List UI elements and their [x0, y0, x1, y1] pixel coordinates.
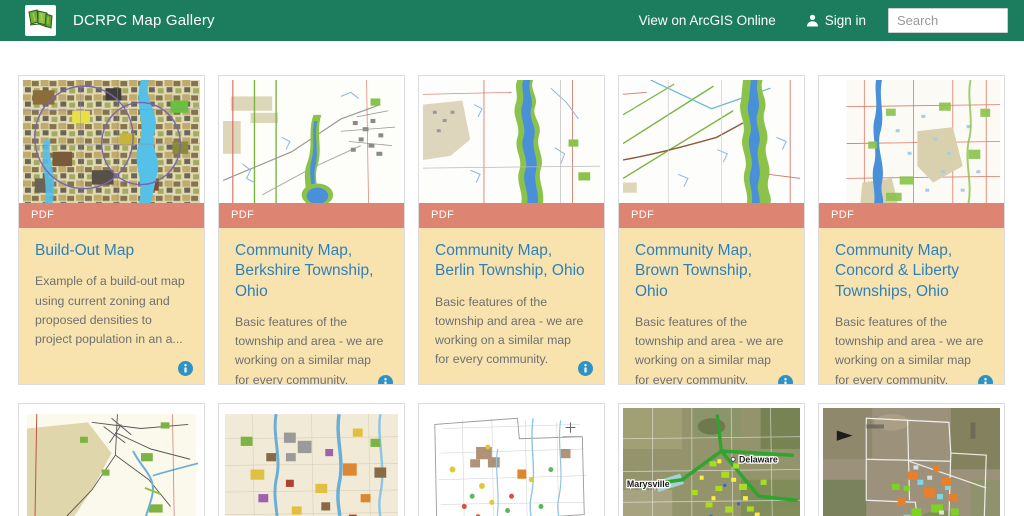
card-thumbnail-link[interactable] [819, 404, 1004, 516]
card-thumbnail-link[interactable] [819, 76, 1004, 203]
card-description: Basic features of the township and area … [835, 315, 984, 385]
info-icon[interactable] [578, 361, 593, 376]
card-description: Example of a build-out map using current… [35, 274, 185, 346]
concord-liberty-townships-map-thumbnail-image [823, 80, 1000, 203]
card-description: Basic features of the township and area … [435, 294, 584, 367]
gallery-card: PDF [218, 403, 405, 516]
card-title-link[interactable]: Community Map, Berlin Township, Ohio [435, 241, 588, 282]
card-thumbnail-link[interactable] [219, 76, 404, 203]
app-header: DCRPC Map Gallery View on ArcGIS Online … [0, 0, 1024, 41]
view-on-arcgis-link[interactable]: View on ArcGIS Online [639, 13, 776, 28]
info-icon[interactable] [778, 374, 793, 384]
card-thumbnail-link[interactable] [419, 404, 604, 516]
gallery-grid: PDF Build-Out Map Example of a build-out… [0, 41, 1024, 516]
berkshire-township-map-thumbnail-image [223, 80, 400, 203]
gallery-card: PDF [18, 403, 205, 516]
gallery-card: PDF Community Map, Berkshire Township, O… [218, 75, 405, 385]
card-thumbnail-link[interactable]: Delaware Marysville [619, 404, 804, 516]
berlin-township-map-thumbnail-image [423, 80, 600, 203]
pdf-badge: PDF [819, 203, 1004, 228]
gallery-card: PDF Community Map, Brown Township, Ohio … [618, 75, 805, 385]
county-zoning-map-thumbnail-image [223, 408, 400, 516]
card-thumbnail-link[interactable] [419, 76, 604, 203]
gallery-card: PDF [418, 403, 605, 516]
page-title: DCRPC Map Gallery [73, 12, 215, 29]
aerial-roads-map-thumbnail-image: Delaware Marysville [623, 408, 800, 516]
card-title-link[interactable]: Community Map, Brown Township, Ohio [635, 241, 788, 302]
county-dot-density-map-thumbnail-image [423, 408, 600, 516]
gallery-card: PDF Build-Out Map Example of a build-out… [18, 75, 205, 385]
card-title-link[interactable]: Build-Out Map [35, 241, 188, 261]
card-thumbnail-link[interactable] [19, 404, 204, 516]
aerial-townships-map-thumbnail-image [823, 408, 1000, 516]
pdf-badge: PDF [619, 203, 804, 228]
card-body: Community Map, Berkshire Township, Ohio … [219, 228, 404, 385]
card-thumbnail-link[interactable] [619, 76, 804, 203]
pdf-badge: PDF [19, 203, 204, 228]
card-thumbnail-link[interactable] [19, 76, 204, 203]
info-icon[interactable] [178, 361, 193, 376]
build-out-map-thumbnail-image [23, 80, 200, 203]
brown-township-map-thumbnail-image [623, 80, 800, 203]
card-description: Basic features of the township and area … [235, 315, 384, 385]
map-label-delaware: Delaware [739, 454, 778, 464]
pdf-badge: PDF [219, 203, 404, 228]
county-road-map-thumbnail-image [23, 408, 200, 516]
gallery-card: Delaware Marysville PDF [618, 403, 805, 516]
sign-in-label: Sign in [824, 13, 866, 28]
card-thumbnail-link[interactable] [219, 404, 404, 516]
info-icon[interactable] [978, 374, 993, 384]
card-body: Build-Out Map Example of a build-out map… [19, 228, 204, 384]
card-title-link[interactable]: Community Map, Berkshire Township, Ohio [235, 241, 388, 302]
gallery-card: PDF [818, 403, 1005, 516]
card-body: Community Map, Brown Township, Ohio Basi… [619, 228, 804, 385]
card-body: Community Map, Concord & Liberty Townshi… [819, 228, 1004, 385]
card-body: Community Map, Berlin Township, Ohio Bas… [419, 228, 604, 384]
pdf-badge: PDF [419, 203, 604, 228]
gallery-card: PDF Community Map, Concord & Liberty Tow… [818, 75, 1005, 385]
map-label-marysville: Marysville [627, 479, 670, 489]
card-description: Basic features of the township and area … [635, 315, 784, 385]
sign-in-button[interactable]: Sign in [806, 13, 866, 28]
search-input[interactable] [888, 8, 1008, 33]
person-icon [806, 14, 818, 27]
card-title-link[interactable]: Community Map, Concord & Liberty Townshi… [835, 241, 988, 302]
gallery-card: PDF Community Map, Berlin Township, Ohio… [418, 75, 605, 385]
dcrpc-logo-icon [25, 5, 56, 36]
info-icon[interactable] [378, 374, 393, 384]
